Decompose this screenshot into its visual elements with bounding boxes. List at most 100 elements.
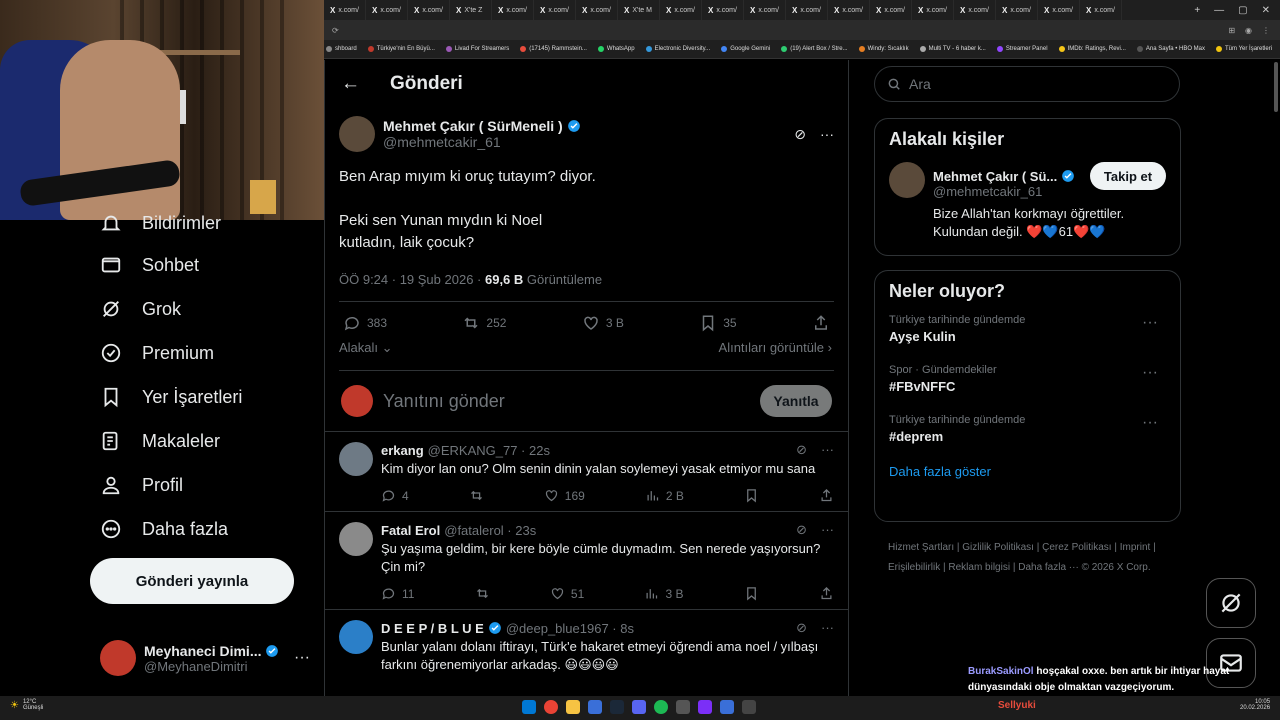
share-action[interactable]	[819, 586, 834, 601]
browser-tab[interactable]: Xx.com/	[702, 0, 744, 20]
profile-icon[interactable]: ◉	[1245, 26, 1252, 35]
trend-item[interactable]: Türkiye tarihinde gündemde Ayşe Kulin ··…	[889, 314, 1166, 344]
menu-icon[interactable]: ⋮	[1262, 26, 1270, 35]
nav-premium[interactable]: Premium	[100, 342, 214, 364]
window-controls[interactable]: + — ▢ ✕	[1194, 5, 1280, 16]
reply-author-name[interactable]: erkang	[381, 443, 424, 458]
bookmark-item[interactable]: Türkiye'nin En Büyü...	[367, 46, 435, 52]
browser-tab[interactable]: Xx.com/	[660, 0, 702, 20]
avatar[interactable]	[339, 442, 373, 476]
grok-fab[interactable]	[1206, 578, 1256, 628]
steam-icon[interactable]	[610, 700, 624, 714]
start-icon[interactable]	[522, 700, 536, 714]
bookmark-item[interactable]: (19) Alert Box / Stre...	[781, 46, 848, 52]
browser-tab[interactable]: Xx.com/	[954, 0, 996, 20]
bookmark-action[interactable]	[744, 488, 759, 503]
bookmark-item[interactable]: Streamer Panel	[996, 46, 1048, 52]
bookmark-item[interactable]: shboard	[326, 46, 357, 52]
grok-icon[interactable]: ⊘	[796, 442, 807, 458]
reply-author-handle[interactable]: @fatalerol · 23s	[444, 523, 536, 538]
browser-tab[interactable]: Xx.com/	[324, 0, 366, 20]
reply-action[interactable]: 383	[343, 314, 387, 332]
nav-more[interactable]: Daha fazla	[100, 518, 228, 540]
share-action[interactable]	[819, 488, 834, 503]
spotify-icon[interactable]	[654, 700, 668, 714]
bookmark-item[interactable]: WhatsApp	[597, 46, 635, 52]
trend-item[interactable]: Türkiye tarihinde gündemde #deprem ···	[889, 414, 1166, 444]
reply-action[interactable]: 11	[381, 586, 414, 601]
bookmark-item[interactable]: Livad For Streamers	[445, 46, 509, 52]
retweet-action[interactable]	[475, 586, 490, 601]
views-action[interactable]: 3 B	[644, 586, 684, 601]
like-action[interactable]: 51	[550, 586, 584, 601]
bookmark-item[interactable]: Windy: Sıcaklık	[858, 46, 909, 52]
clock[interactable]: 10:05 20.02.2026	[1240, 699, 1270, 711]
browser-tab[interactable]: Xx.com/	[1080, 0, 1122, 20]
reply-author-name[interactable]: Fatal Erol	[381, 523, 440, 538]
account-switcher[interactable]: Meyhaneci Dimi... @MeyhaneDimitri ···	[100, 636, 310, 680]
grok-icon[interactable]: ⊘	[794, 126, 806, 143]
avatar[interactable]	[339, 116, 375, 152]
bookmark-item[interactable]: Google Gemini	[721, 46, 770, 52]
bookmark-item[interactable]: Ana Sayfa • HBO Max	[1136, 46, 1205, 52]
back-arrow-icon[interactable]: ←	[341, 73, 360, 95]
grok-icon[interactable]: ⊘	[796, 620, 807, 636]
weather-widget[interactable]: ☀ 12°C Güneşli	[10, 699, 43, 711]
bookmark-item[interactable]: Tüm Yer İşaretleri	[1216, 46, 1272, 52]
app-icon[interactable]	[676, 700, 690, 714]
more-dots-icon[interactable]: ···	[1142, 314, 1158, 332]
reply-button[interactable]: Yanıtla	[760, 385, 832, 417]
retweet-action[interactable]	[469, 488, 484, 503]
show-more-link[interactable]: Daha fazla göster	[889, 464, 1166, 479]
more-dots-icon[interactable]: ···	[1142, 364, 1158, 382]
view-quotes-link[interactable]: Alıntıları görüntüle ›	[719, 340, 832, 356]
chrome-icon[interactable]	[544, 700, 558, 714]
browser-tab[interactable]: Xx.com/	[576, 0, 618, 20]
browser-tab[interactable]: X X'te M	[618, 0, 660, 20]
browser-tab[interactable]: Xx.com/	[1038, 0, 1080, 20]
discord-icon[interactable]	[632, 700, 646, 714]
browser-tab[interactable]: Xx.com/	[408, 0, 450, 20]
avatar[interactable]	[889, 162, 925, 198]
scrollbar[interactable]	[1274, 62, 1278, 112]
browser-tab[interactable]: Xx.com/	[534, 0, 576, 20]
browser-tab[interactable]: X X'te Z	[450, 0, 492, 20]
more-dots-icon[interactable]: ···	[1142, 414, 1158, 432]
browser-tab[interactable]: Xx.com/	[744, 0, 786, 20]
browser-tab[interactable]: Xx.com/	[366, 0, 408, 20]
browser-tab[interactable]: Xx.com/	[492, 0, 534, 20]
reply-author-handle[interactable]: @ERKANG_77 · 22s	[428, 443, 550, 458]
retweet-action[interactable]: 252	[462, 314, 506, 332]
more-dots-icon[interactable]: ···	[820, 126, 834, 142]
avatar[interactable]	[339, 620, 373, 654]
extensions-icon[interactable]: ⊞	[1228, 26, 1235, 35]
bookmark-action[interactable]: 35	[699, 314, 737, 332]
nav-bookmarks[interactable]: Yer İşaretleri	[100, 386, 242, 408]
nav-notifications[interactable]: Bildirimler	[100, 212, 221, 234]
views-action[interactable]: 2 B	[645, 488, 684, 503]
browser-tab[interactable]: Xx.com/	[828, 0, 870, 20]
nav-grok[interactable]: Grok	[100, 298, 181, 320]
bookmark-item[interactable]: IMDb: Ratings, Revi...	[1058, 46, 1126, 52]
follow-button[interactable]: Takip et	[1090, 162, 1166, 190]
grok-icon[interactable]: ⊘	[796, 522, 807, 538]
tweet-author-name[interactable]: Mehmet Çakır ( SürMeneli )	[383, 118, 563, 134]
reply-item[interactable]: erkang @ERKANG_77 · 22s ⊘ ··· Kim diyor l…	[325, 432, 848, 512]
like-action[interactable]: 3 B	[582, 314, 624, 332]
reply-item[interactable]: Fatal Erol @fatalerol · 23s ⊘ ··· Şu yaşı…	[325, 512, 848, 610]
nav-chat[interactable]: Sohbet	[100, 254, 199, 276]
more-dots-icon[interactable]: ···	[821, 442, 834, 458]
bookmark-item[interactable]: (17145) Rammstein...	[520, 46, 587, 52]
avatar[interactable]	[339, 522, 373, 556]
like-action[interactable]: 169	[544, 488, 585, 503]
sort-relevant-dropdown[interactable]: Alakalı ⌄	[339, 340, 393, 356]
reply-item[interactable]: D E E P / B L U E @deep_blue1967 · 8s ⊘ ·…	[325, 610, 848, 682]
bookmark-item[interactable]: Multi TV - 6 haber k...	[919, 46, 986, 52]
nav-articles[interactable]: Makaleler	[100, 430, 220, 452]
reply-input[interactable]: Yanıtını gönder	[383, 391, 750, 412]
reply-action[interactable]: 4	[381, 488, 409, 503]
app-icon[interactable]	[588, 700, 602, 714]
nav-profile[interactable]: Profil	[100, 474, 183, 496]
bookmark-action[interactable]	[744, 586, 759, 601]
reply-author-handle[interactable]: @deep_blue1967 · 8s	[506, 621, 634, 636]
